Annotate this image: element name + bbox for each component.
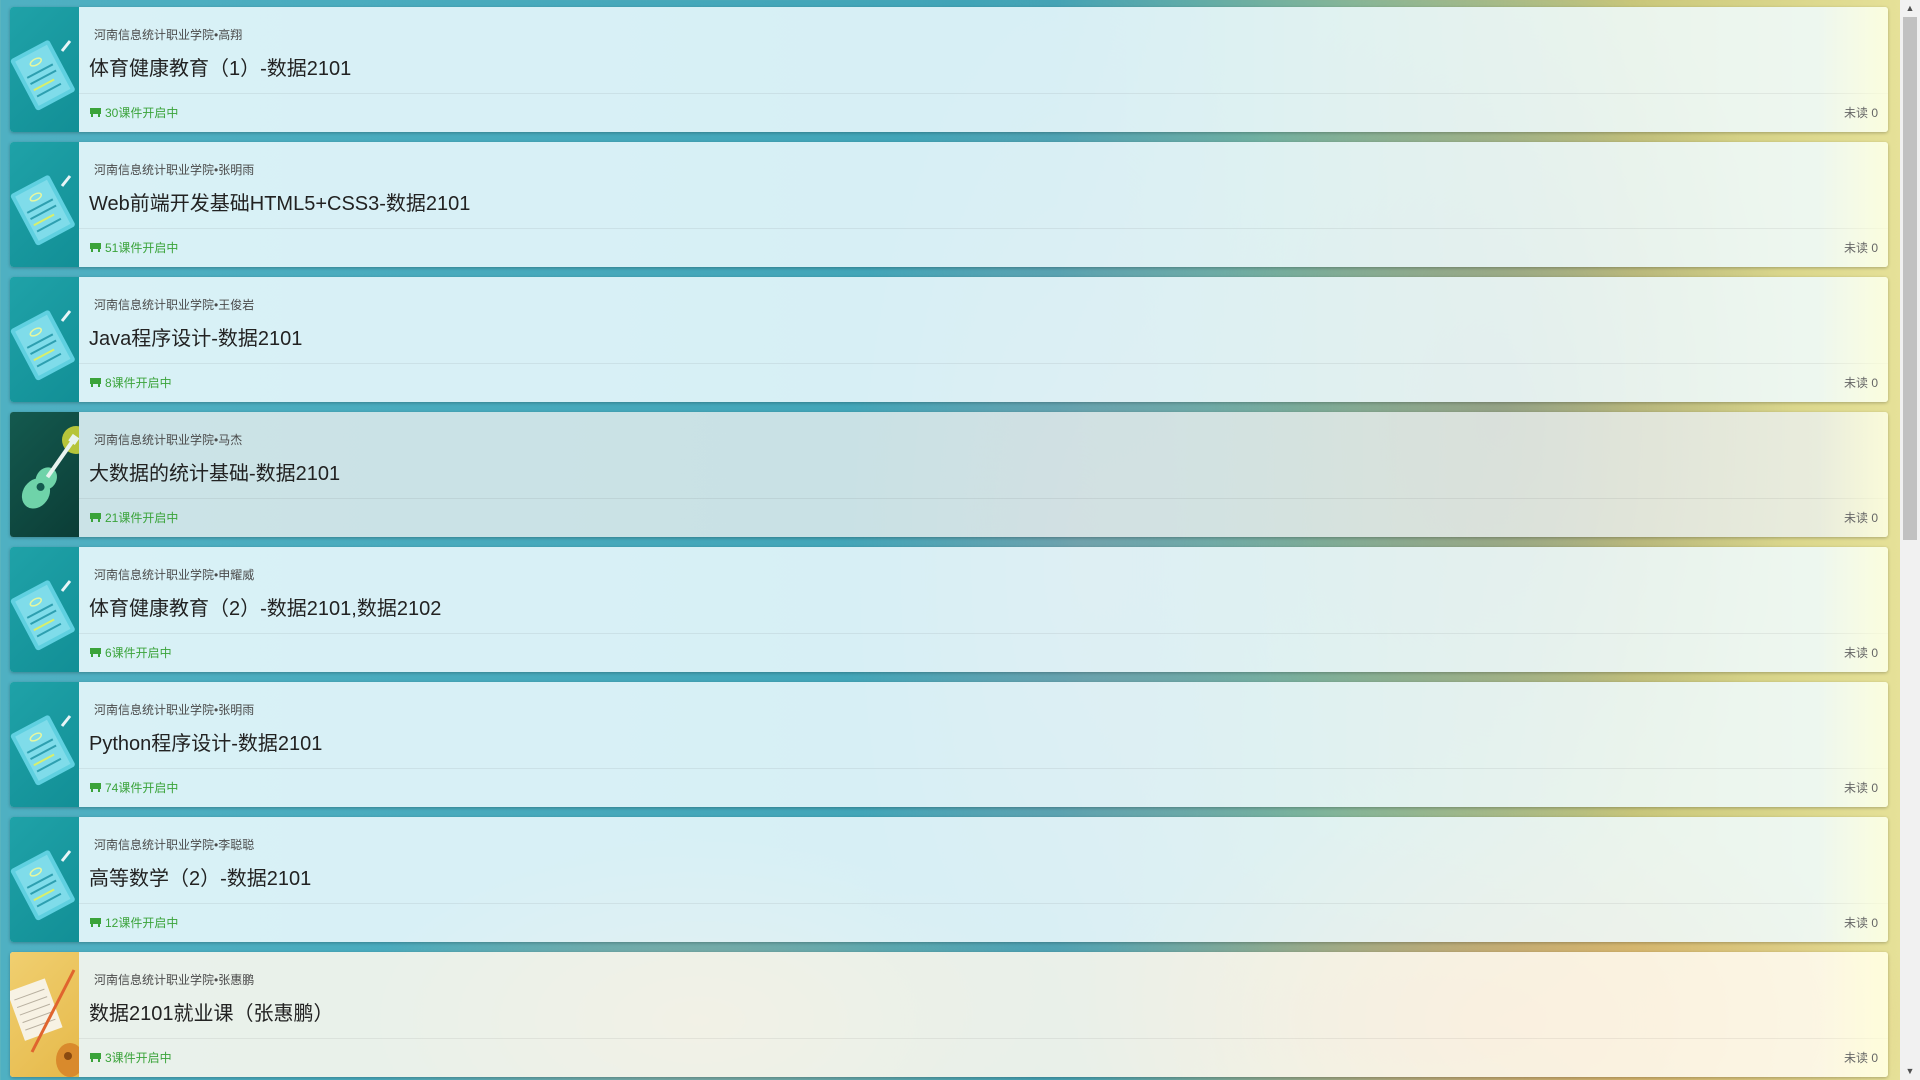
divider <box>79 768 1888 769</box>
divider <box>79 363 1888 364</box>
courseware-status: 3课件开启中 <box>89 1049 172 1066</box>
unread-count: 未读 0 <box>1843 511 1878 525</box>
guitar-icon <box>21 426 79 509</box>
courseware-status: 21课件开启中 <box>89 509 178 526</box>
course-cover[interactable] <box>10 682 79 807</box>
notebook-icon <box>10 850 75 921</box>
school-teacher-label: 河南信息统计职业学院•高翔 <box>94 28 243 42</box>
course-title[interactable]: Python程序设计-数据2101 <box>89 727 322 756</box>
courseware-icon <box>90 783 101 792</box>
course-title[interactable]: 体育健康教育（1）-数据2101 <box>89 52 351 81</box>
courseware-count: 12课件开启中 <box>105 916 179 930</box>
school-teacher-label: 河南信息统计职业学院•李聪聪 <box>94 838 255 852</box>
notebook-icon <box>10 40 75 111</box>
course-cover[interactable] <box>10 817 79 942</box>
course-title[interactable]: Web前端开发基础HTML5+CSS3-数据2101 <box>89 187 470 216</box>
course-cover[interactable] <box>10 7 79 132</box>
music-book-icon <box>10 969 79 1077</box>
divider <box>79 903 1888 904</box>
courseware-icon <box>90 918 101 927</box>
courseware-status: 30课件开启中 <box>89 104 178 121</box>
courseware-count: 74课件开启中 <box>105 781 179 795</box>
courseware-status: 51课件开启中 <box>89 239 178 256</box>
divider <box>79 93 1888 94</box>
course-info: 河南信息统计职业学院•张明雨 Web前端开发基础HTML5+CSS3-数据210… <box>79 142 1888 267</box>
courseware-icon <box>90 108 101 117</box>
courseware-status: 12课件开启中 <box>89 914 178 931</box>
school-teacher-label: 河南信息统计职业学院•王俊岩 <box>94 298 255 312</box>
unread-count: 未读 0 <box>1843 1051 1878 1065</box>
course-title[interactable]: 大数据的统计基础-数据2101 <box>89 457 340 486</box>
courseware-status: 74课件开启中 <box>89 779 178 796</box>
courseware-count: 6课件开启中 <box>105 646 172 660</box>
course-cover[interactable] <box>10 952 79 1077</box>
courseware-icon <box>90 1053 101 1062</box>
school-teacher-label: 河南信息统计职业学院•张明雨 <box>94 163 255 177</box>
course-cover[interactable] <box>10 277 79 402</box>
notebook-icon <box>10 715 75 786</box>
courseware-icon <box>90 648 101 657</box>
courseware-count: 8课件开启中 <box>105 376 172 390</box>
course-card[interactable]: 河南信息统计职业学院•张惠鹏 数据2101就业课（张惠鹏） 3课件开启中 未读 … <box>10 952 1888 1077</box>
course-info: 河南信息统计职业学院•李聪聪 高等数学（2）-数据2101 12课件开启中 未读… <box>79 817 1888 942</box>
course-info: 河南信息统计职业学院•王俊岩 Java程序设计-数据2101 8课件开启中 未读… <box>79 277 1888 402</box>
divider <box>79 1038 1888 1039</box>
scroll-up-arrow-icon[interactable]: ▲ <box>1900 0 1920 17</box>
school-teacher-label: 河南信息统计职业学院•张惠鹏 <box>94 973 255 987</box>
course-cover[interactable] <box>10 412 79 537</box>
course-card[interactable]: 河南信息统计职业学院•张明雨 Python程序设计-数据2101 74课件开启中… <box>10 682 1888 807</box>
course-cover[interactable] <box>10 547 79 672</box>
courseware-icon <box>90 513 101 522</box>
school-teacher-label: 河南信息统计职业学院•马杰 <box>94 433 243 447</box>
course-card[interactable]: 河南信息统计职业学院•王俊岩 Java程序设计-数据2101 8课件开启中 未读… <box>10 277 1888 402</box>
courseware-status: 8课件开启中 <box>89 374 172 391</box>
course-info: 河南信息统计职业学院•张明雨 Python程序设计-数据2101 74课件开启中… <box>79 682 1888 807</box>
notebook-icon <box>10 310 75 381</box>
course-info: 河南信息统计职业学院•申耀威 体育健康教育（2）-数据2101,数据2102 6… <box>79 547 1888 672</box>
unread-count: 未读 0 <box>1843 916 1878 930</box>
vertical-scrollbar[interactable]: ▲ ▼ <box>1900 0 1920 1080</box>
courseware-icon <box>90 243 101 252</box>
unread-count: 未读 0 <box>1843 241 1878 255</box>
courseware-icon <box>90 378 101 387</box>
courseware-count: 3课件开启中 <box>105 1051 172 1065</box>
courseware-count: 51课件开启中 <box>105 241 179 255</box>
course-title[interactable]: 数据2101就业课（张惠鹏） <box>89 997 334 1026</box>
courseware-status: 6课件开启中 <box>89 644 172 661</box>
divider <box>79 228 1888 229</box>
course-card[interactable]: 河南信息统计职业学院•高翔 体育健康教育（1）-数据2101 30课件开启中 未… <box>10 7 1888 132</box>
course-title[interactable]: 高等数学（2）-数据2101 <box>89 862 311 891</box>
course-card[interactable]: 河南信息统计职业学院•申耀威 体育健康教育（2）-数据2101,数据2102 6… <box>10 547 1888 672</box>
unread-count: 未读 0 <box>1843 376 1878 390</box>
notebook-icon <box>10 580 75 651</box>
course-card[interactable]: 河南信息统计职业学院•李聪聪 高等数学（2）-数据2101 12课件开启中 未读… <box>10 817 1888 942</box>
divider <box>79 633 1888 634</box>
course-list: 河南信息统计职业学院•高翔 体育健康教育（1）-数据2101 30课件开启中 未… <box>10 7 1888 1080</box>
unread-count: 未读 0 <box>1843 646 1878 660</box>
courseware-count: 21课件开启中 <box>105 511 179 525</box>
unread-count: 未读 0 <box>1843 781 1878 795</box>
course-card[interactable]: 河南信息统计职业学院•马杰 大数据的统计基础-数据2101 21课件开启中 未读… <box>10 412 1888 537</box>
school-teacher-label: 河南信息统计职业学院•申耀威 <box>94 568 255 582</box>
course-info: 河南信息统计职业学院•马杰 大数据的统计基础-数据2101 21课件开启中 未读… <box>79 412 1888 537</box>
course-title[interactable]: Java程序设计-数据2101 <box>89 322 302 351</box>
notebook-icon <box>10 175 75 246</box>
scroll-thumb[interactable] <box>1903 17 1917 540</box>
course-cover[interactable] <box>10 142 79 267</box>
course-card[interactable]: 河南信息统计职业学院•张明雨 Web前端开发基础HTML5+CSS3-数据210… <box>10 142 1888 267</box>
course-title[interactable]: 体育健康教育（2）-数据2101,数据2102 <box>89 592 441 621</box>
school-teacher-label: 河南信息统计职业学院•张明雨 <box>94 703 255 717</box>
courseware-count: 30课件开启中 <box>105 106 179 120</box>
unread-count: 未读 0 <box>1843 106 1878 120</box>
course-info: 河南信息统计职业学院•高翔 体育健康教育（1）-数据2101 30课件开启中 未… <box>79 7 1888 132</box>
scroll-down-arrow-icon[interactable]: ▼ <box>1900 1063 1920 1080</box>
course-info: 河南信息统计职业学院•张惠鹏 数据2101就业课（张惠鹏） 3课件开启中 未读 … <box>79 952 1888 1077</box>
divider <box>79 498 1888 499</box>
